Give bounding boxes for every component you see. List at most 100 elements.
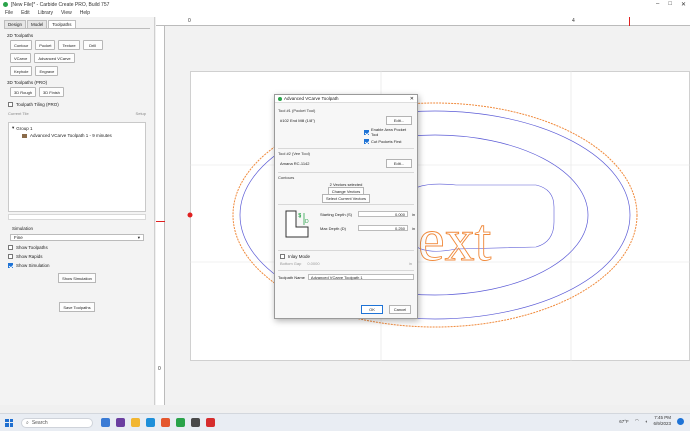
dialog-title-bar: Advanced VCarve Toolpath [275, 95, 417, 103]
select-current-vectors-button[interactable]: Select Current Vectors [321, 194, 371, 203]
current-tile-label: Current Tile [8, 111, 29, 116]
tab-design[interactable]: Design [4, 20, 27, 28]
window-title: [New File]* - Carbide Create PRO, Build … [11, 1, 110, 8]
tiling-label: Toolpath Tiling (PRO) [16, 102, 59, 107]
keyhole-button[interactable]: Keyhole [10, 66, 33, 76]
drill-button[interactable]: Drill [82, 40, 103, 50]
notification-icon[interactable] [677, 417, 684, 425]
advanced-vcarve-button[interactable]: Advanced VCarve [34, 53, 75, 63]
toolpath-list: ▾ Group 1 Advanced VCarve Toolpath 1 - 9… [8, 122, 146, 212]
tool1-edit-button[interactable]: Edit... [386, 116, 412, 125]
inlay-mode-checkbox[interactable] [280, 254, 285, 259]
start-depth-unit: in [412, 211, 416, 217]
contours-header: Contours [278, 175, 295, 180]
texture-button[interactable]: Texture [58, 40, 80, 50]
toolpath-icon [22, 133, 27, 138]
weather-label[interactable]: 67°F [619, 419, 629, 424]
tiling-checkbox[interactable] [8, 102, 13, 107]
origin-marker-icon [187, 212, 193, 218]
cancel-button[interactable]: Cancel [389, 305, 411, 314]
tool2-edit-button[interactable]: Edit... [386, 159, 412, 168]
bottom-gap-label: Bottom Gap [280, 261, 302, 266]
windows-start-icon[interactable] [5, 418, 13, 427]
taskbar: ⌕ Search 67°F ◠ ◖ 7:45 PM 6/9/2023 [0, 413, 690, 431]
maximize-button[interactable]: □ [668, 1, 672, 8]
app-icon [278, 96, 282, 101]
design-geometry: ext [187, 71, 690, 361]
menu-file[interactable]: File [5, 10, 13, 16]
show-simulation-label: Show Simulation [16, 263, 50, 268]
app-icon[interactable] [206, 418, 215, 427]
menu-library[interactable]: Library [38, 10, 53, 16]
advanced-vcarve-dialog: Advanced VCarve Toolpath ✕ Tool #1 (Pock… [274, 94, 418, 319]
chevron-down-icon[interactable]: ▾ [12, 125, 14, 131]
diagram-d-label: D [305, 219, 309, 225]
depth-diagram-icon: S D [285, 210, 309, 238]
file-explorer-icon[interactable] [131, 418, 140, 427]
toolpath-name-label: Toolpath Name [278, 274, 305, 280]
tool1-name: #102 End Mill (1/8") [280, 118, 315, 123]
diagram-s-label: S [298, 213, 302, 219]
toolpath-item[interactable]: Advanced VCarve Toolpath 1 - 9 minutes [12, 133, 142, 138]
show-simulation-button[interactable]: Show Simulation [58, 273, 96, 283]
3d-finish-button[interactable]: 3D Finish [39, 87, 64, 97]
start-depth-input[interactable]: 0.000 [358, 211, 408, 217]
toolpath-item-label: Advanced VCarve Toolpath 1 - 9 minutes [30, 133, 112, 138]
cut-pockets-first-label: Cut Pockets First [371, 139, 402, 144]
max-depth-label: Max Depth (D) [320, 225, 347, 231]
contour-button[interactable]: Contour [10, 40, 33, 50]
title-bar: [New File]* - Carbide Create PRO, Build … [0, 0, 690, 9]
ok-button[interactable]: OK [361, 305, 383, 314]
toolpaths-2d-header: 2D Toolpaths [7, 33, 34, 38]
store-icon[interactable] [161, 418, 170, 427]
3d-rough-button[interactable]: 3D Rough [10, 87, 37, 97]
edge-icon[interactable] [146, 418, 155, 427]
tool2-header: Tool #2 (Vee Tool) [278, 151, 310, 156]
carbide-create-icon[interactable] [176, 418, 185, 427]
app-icon [3, 2, 8, 7]
show-toolpaths-checkbox[interactable] [8, 245, 13, 250]
clock[interactable]: 7:45 PM 6/9/2023 [653, 415, 671, 427]
setup-button[interactable]: Setup [136, 111, 146, 116]
horizontal-scrollbar[interactable] [8, 214, 146, 220]
search-label: Search [31, 419, 48, 426]
volume-icon[interactable]: ◖ [645, 419, 648, 424]
menu-view[interactable]: View [61, 10, 72, 16]
dialog-title: Advanced VCarve Toolpath [284, 96, 339, 101]
chat-icon[interactable] [116, 418, 125, 427]
network-icon[interactable]: ◠ [635, 418, 639, 424]
enable-area-pocket-label: Enable Area Pocket Tool [370, 127, 407, 137]
app-icon[interactable] [191, 418, 200, 427]
start-depth-label: Starting Depth (S) [320, 211, 353, 217]
group-label[interactable]: Group 1 [16, 126, 32, 131]
task-view-icon[interactable] [101, 418, 110, 427]
pocket-button[interactable]: Pocket [35, 40, 56, 50]
max-depth-input[interactable]: 0.250 [358, 225, 408, 231]
tab-toolpaths[interactable]: Toolpaths [48, 20, 76, 28]
show-simulation-checkbox[interactable] [8, 263, 13, 268]
tool2-name: Amana RC-1142 [280, 161, 310, 166]
close-button[interactable]: ✕ [681, 1, 686, 8]
minimize-button[interactable]: – [656, 1, 659, 8]
show-rapids-checkbox[interactable] [8, 254, 13, 259]
design-canvas[interactable]: 0 4 0 ext [156, 17, 690, 405]
close-icon[interactable]: ✕ [410, 96, 414, 102]
menu-edit[interactable]: Edit [21, 10, 30, 16]
simulation-quality-value: Fine [14, 235, 23, 240]
inlay-mode-label: Inlay Mode [288, 254, 311, 259]
design-text: ext [418, 207, 492, 273]
tab-model[interactable]: Model [27, 20, 48, 28]
taskbar-search[interactable]: ⌕ Search [21, 417, 93, 428]
simulation-quality-select[interactable]: Fine ▾ [10, 234, 144, 241]
menu-help[interactable]: Help [80, 10, 90, 16]
enable-area-pocket-checkbox[interactable] [364, 129, 369, 135]
toolpath-name-input[interactable]: Advanced VCarve Toolpath 1 [307, 274, 414, 280]
max-depth-unit: in [412, 225, 416, 231]
vcarve-button[interactable]: VCarve [10, 53, 32, 63]
show-rapids-label: Show Rapids [16, 254, 43, 259]
save-toolpaths-button[interactable]: Save Toolpaths [59, 302, 95, 312]
engrave-button[interactable]: Engrave [35, 66, 59, 76]
show-toolpaths-label: Show Toolpaths [16, 245, 48, 250]
cut-pockets-first-checkbox[interactable] [364, 139, 369, 144]
left-panel: Design Model Toolpaths 2D Toolpaths Cont… [0, 17, 155, 405]
